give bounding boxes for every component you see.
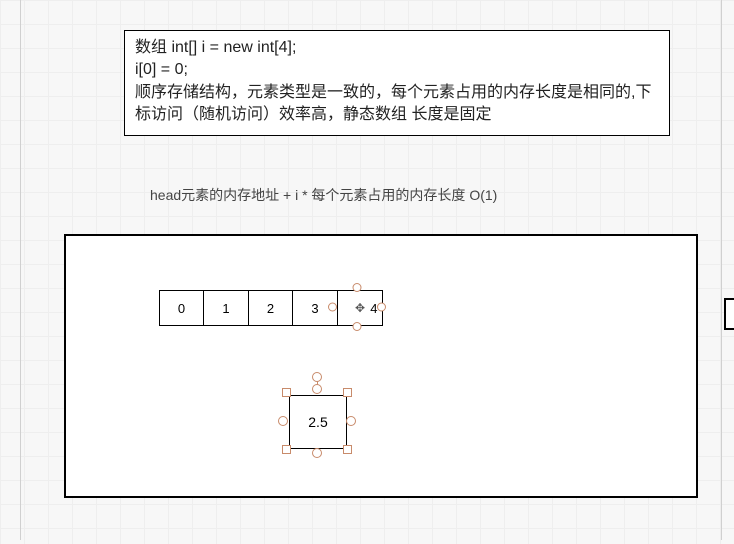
array-cell-0[interactable]: 0: [159, 290, 205, 326]
resize-handle-icon[interactable]: [343, 388, 352, 397]
array-cell-label: 0: [178, 301, 185, 316]
array-cell-label: 3: [311, 301, 318, 316]
resize-handle-icon[interactable]: [377, 303, 386, 312]
resize-handle-icon[interactable]: [312, 448, 322, 458]
formula-text[interactable]: head元素的内存地址 + i * 每个元素占用的内存长度 O(1): [150, 185, 497, 205]
array-cell-label: 2: [267, 301, 274, 316]
resize-handle-icon[interactable]: [353, 283, 362, 292]
resize-handle-icon[interactable]: [353, 322, 362, 331]
offscreen-shape[interactable]: [724, 298, 734, 330]
resize-handle-icon[interactable]: [282, 445, 291, 454]
selection-handles-float[interactable]: [282, 388, 352, 454]
diagram-frame[interactable]: [64, 234, 698, 498]
code-line-2: i[0] = 0;: [135, 59, 659, 81]
array-cell-2[interactable]: 2: [248, 290, 294, 326]
resize-handle-icon[interactable]: [278, 416, 288, 426]
resize-handle-icon[interactable]: [312, 384, 322, 394]
description-text-box[interactable]: 数组 int[] i = new int[4]; i[0] = 0; 顺序存储结…: [124, 30, 670, 136]
description-line: 顺序存储结构，元素类型是一致的，每个元素占用的内存长度是相同的,下标访问（随机访…: [135, 82, 659, 127]
resize-handle-icon[interactable]: [328, 303, 337, 312]
code-line-1: 数组 int[] i = new int[4];: [135, 37, 659, 59]
resize-handle-icon[interactable]: [346, 416, 356, 426]
rotation-handle-icon[interactable]: [312, 372, 322, 382]
resize-handle-icon[interactable]: [343, 445, 352, 454]
selection-handles-cell[interactable]: [332, 287, 382, 327]
array-cell-1[interactable]: 1: [203, 290, 249, 326]
array-cell-label: 1: [222, 301, 229, 316]
resize-handle-icon[interactable]: [282, 388, 291, 397]
